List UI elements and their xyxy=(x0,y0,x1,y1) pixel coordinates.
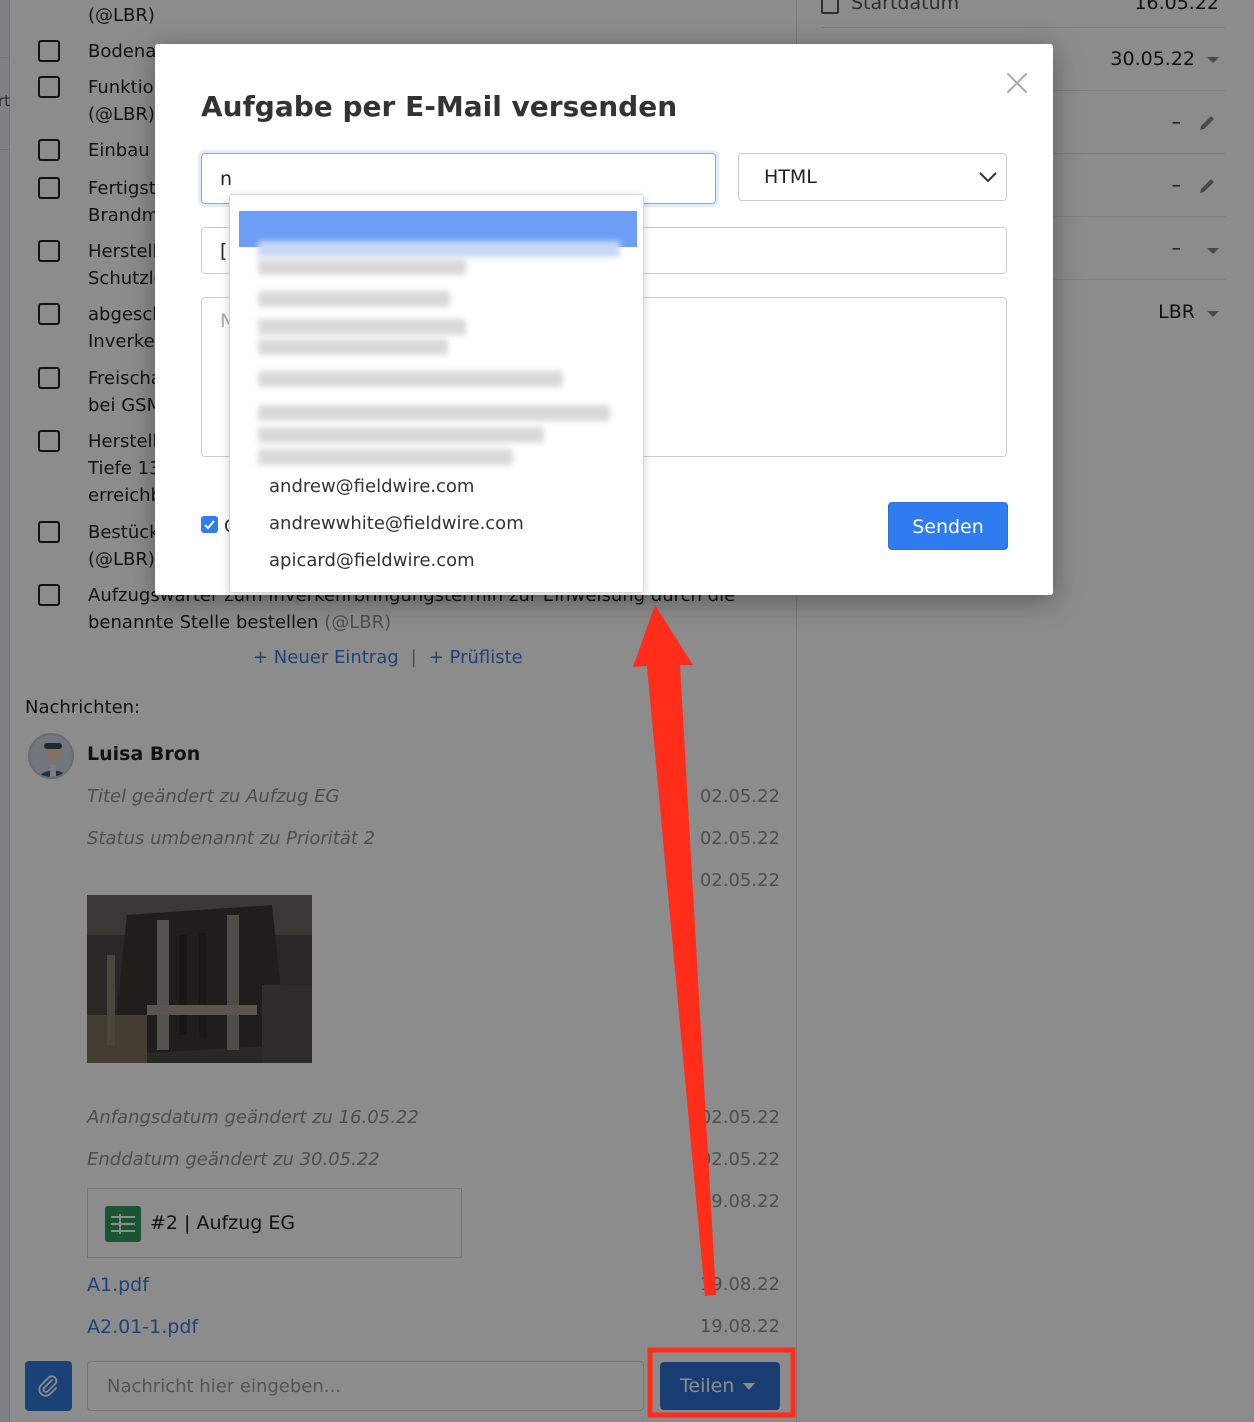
redacted-suggestion[interactable] xyxy=(258,405,610,421)
redacted-suggestion[interactable] xyxy=(258,259,466,275)
chevron-down-icon xyxy=(979,172,997,183)
dialog-title: Aufgabe per E-Mail versenden xyxy=(201,90,678,123)
redacted-suggestion[interactable] xyxy=(258,339,448,355)
suggestion-item[interactable]: andrew@fieldwire.com xyxy=(269,476,474,497)
suggestion-item[interactable]: andrewwhite@fieldwire.com xyxy=(269,513,524,534)
close-icon[interactable] xyxy=(1003,69,1031,97)
redacted-suggestion[interactable] xyxy=(258,241,620,257)
redacted-suggestion[interactable] xyxy=(258,319,466,335)
send-copy-checkbox[interactable] xyxy=(201,516,218,533)
redacted-suggestion[interactable] xyxy=(258,449,513,465)
recipient-suggestions-dropdown: andrew@fieldwire.com andrewwhite@fieldwi… xyxy=(229,194,644,593)
send-button[interactable]: Senden xyxy=(888,502,1008,550)
redacted-suggestion[interactable] xyxy=(258,427,544,443)
checkmark-icon xyxy=(204,520,215,530)
format-select[interactable]: HTML xyxy=(738,153,1007,201)
format-select-value: HTML xyxy=(764,166,817,188)
redacted-suggestion[interactable] xyxy=(258,291,450,307)
suggestion-item[interactable]: apicard@fieldwire.com xyxy=(269,550,475,571)
redacted-suggestion[interactable] xyxy=(258,371,563,387)
